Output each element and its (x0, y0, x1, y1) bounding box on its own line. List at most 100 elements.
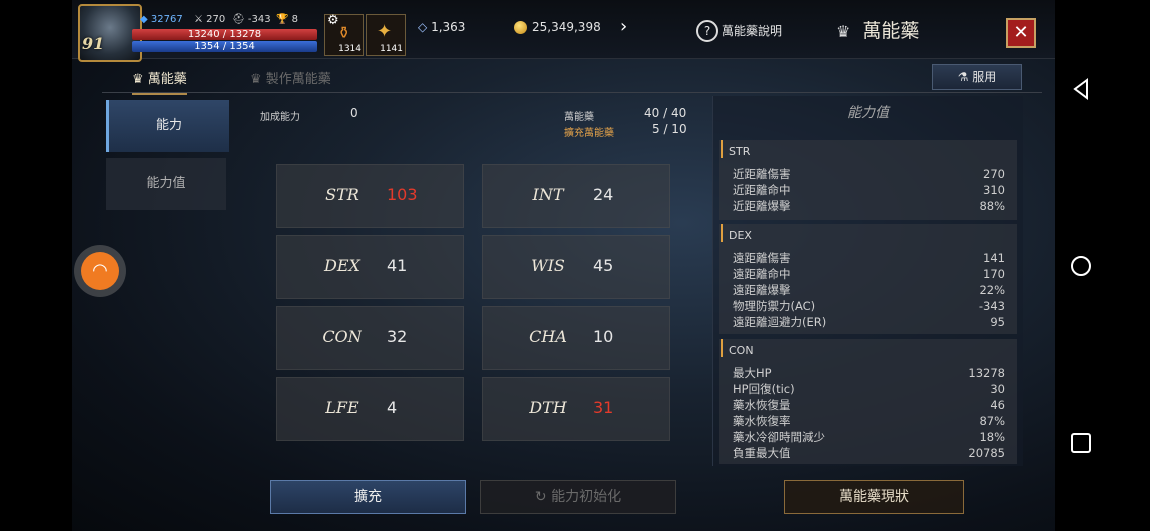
side-item-stats[interactable]: 能力值 (106, 158, 226, 210)
group-dex: DEX 遠距離傷害 141 遠距離命中 170 遠距離爆擊 22% 物理防禦力(AC)… (719, 224, 1017, 334)
home-icon[interactable] (1069, 254, 1093, 278)
tab-divider (102, 92, 1042, 93)
stat-row: 藥水恢復率 87% (719, 413, 1017, 429)
stat-row: 遠距離迴避力(ER) 95 (719, 314, 1017, 330)
stat-row: 遠距離傷害 141 (719, 250, 1017, 266)
crystal-currency: ◇ 1,363 (418, 20, 465, 34)
row-value: 141 (983, 251, 1005, 265)
stat-value: 31 (593, 398, 614, 417)
row-label: HP回復(tic) (733, 382, 795, 396)
stat-name: INT (532, 185, 564, 204)
tab-elixir-label: 萬能藥 (147, 72, 187, 87)
scroll-icon: ✦ (377, 21, 393, 42)
elixir-label: 萬能藥 (564, 112, 594, 123)
helmet-icon: ⛑ (232, 14, 245, 25)
crown-tab-icon: ♛ (132, 72, 148, 87)
scroll-count: 1141 (380, 44, 403, 54)
scroll-slot[interactable]: ✦ 1141 (366, 14, 406, 56)
row-label: 遠距離命中 (733, 267, 791, 281)
hp-bar: 13240 / 13278 (132, 29, 317, 40)
tab-craft-label: 製作萬能藥 (265, 72, 331, 87)
mp-bar: 1354 / 1354 (132, 41, 317, 52)
stat-name: DTH (529, 398, 567, 417)
row-label: 近距離命中 (733, 183, 791, 197)
elixir-status-button[interactable]: 萬能藥現狀 (784, 480, 964, 514)
sword-icon: ⚔ (194, 14, 203, 25)
row-label: 近距離傷害 (733, 167, 791, 181)
recent-apps-icon[interactable] (1069, 431, 1093, 455)
elixir-value: 40 / 40 (644, 106, 687, 120)
stat-con[interactable]: CON 32 (276, 306, 464, 370)
stat-wis[interactable]: WIS 45 (482, 235, 670, 299)
stat-row: 藥水冷卻時間減少 18% (719, 429, 1017, 445)
row-value: 170 (983, 267, 1005, 281)
row-label: 負重最大值 (733, 446, 791, 460)
network-button[interactable]: ◠ (74, 245, 126, 297)
help-button[interactable]: ? 萬能藥說明 (696, 20, 782, 42)
stat-row: 負重最大值 20785 (719, 445, 1017, 461)
back-icon[interactable] (1069, 77, 1093, 101)
stat-value: 41 (387, 256, 408, 275)
stat-row: 物理防禦力(AC) -343 (719, 298, 1017, 314)
stat-int[interactable]: INT 24 (482, 164, 670, 228)
row-label: 物理防禦力(AC) (733, 299, 816, 313)
trophy-value: 8 (291, 14, 299, 25)
question-icon: ? (696, 20, 718, 42)
row-label: 藥水冷卻時間減少 (733, 430, 825, 444)
gem-icon: ◆ (140, 14, 148, 25)
flask-icon: ⚗ (957, 70, 973, 84)
expand-button[interactable]: 擴充 (270, 480, 466, 514)
row-label: 最大HP (733, 366, 772, 380)
close-button[interactable]: ✕ (1006, 18, 1036, 48)
game-viewport: 91 ◆ 32767 ⚔ 270 ⛑ -343 🏆 8 13240 / 1327… (72, 0, 1055, 531)
stat-str[interactable]: STR 103 (276, 164, 464, 228)
tab-craft-elixir[interactable]: ♛ 製作萬能藥 (250, 68, 331, 87)
tab-elixir[interactable]: ♛ 萬能藥 (132, 68, 187, 95)
gold-value: 25,349,398 (532, 20, 601, 34)
expand-label: 擴充萬能藥 (564, 128, 614, 139)
stat-value: 24 (593, 185, 614, 204)
stat-row: 近距離傷害 270 (719, 166, 1017, 182)
bonus-label: 加成能力 (260, 112, 300, 123)
defense-stat: ⛑ -343 (232, 14, 271, 25)
row-value: 18% (979, 430, 1005, 444)
stat-dex[interactable]: DEX 41 (276, 235, 464, 299)
trophy-icon: 🏆 (276, 14, 289, 25)
stat-cha[interactable]: CHA 10 (482, 306, 670, 370)
row-label: 遠距離爆擊 (733, 283, 791, 297)
row-value: 270 (983, 167, 1005, 181)
reset-ability-button[interactable]: ↻ 能力初始化 (480, 480, 676, 514)
crystal-icon: ◇ (418, 20, 428, 34)
tab-row: ♛ 萬能藥 ♛ 製作萬能藥 ⚗ 服用 (72, 60, 1055, 95)
group-header: DEX (721, 224, 1017, 242)
row-label: 遠距離傷害 (733, 251, 791, 265)
stat-name: CHA (529, 327, 567, 346)
row-value: 30 (990, 382, 1005, 396)
stat-name: DEX (324, 256, 360, 275)
row-value: 20785 (968, 446, 1005, 460)
side-item-ability[interactable]: 能力 (106, 100, 229, 152)
stat-dth[interactable]: DTH 31 (482, 377, 670, 441)
group-header: STR (721, 140, 1017, 158)
bonus-value: 0 (350, 106, 358, 120)
refresh-icon: ↻ (534, 489, 552, 505)
stat-name: CON (322, 327, 362, 346)
close-icon: ✕ (1013, 22, 1029, 43)
stats-panel[interactable]: 能力值 STR 近距離傷害 270 近距離命中 310 近距離爆擊 88% DEX 遠… (712, 96, 1023, 466)
reset-label: 能力初始化 (551, 489, 622, 505)
row-label: 遠距離迴避力(ER) (733, 315, 827, 329)
page-title: ♛ 萬能藥 (836, 16, 919, 43)
potion-icon: ⚱ (337, 23, 351, 42)
defense-value: -343 (247, 14, 271, 25)
gem-value: 32767 (150, 14, 183, 25)
stat-lfe[interactable]: LFE 4 (276, 377, 464, 441)
stat-value: 103 (387, 185, 418, 204)
group-con: CON 最大HP 13278 HP回復(tic) 30 藥水恢復量 46 藥水恢復率 8… (719, 339, 1017, 464)
use-label: 服用 (972, 70, 997, 84)
stat-value: 45 (593, 256, 614, 275)
stat-name: LFE (325, 398, 359, 417)
potion-slot[interactable]: ⚙ ⚱ 1314 (324, 13, 364, 56)
use-button[interactable]: ⚗ 服用 (932, 64, 1022, 90)
row-value: 22% (979, 283, 1005, 297)
chevron-right-icon[interactable]: › (620, 16, 627, 37)
